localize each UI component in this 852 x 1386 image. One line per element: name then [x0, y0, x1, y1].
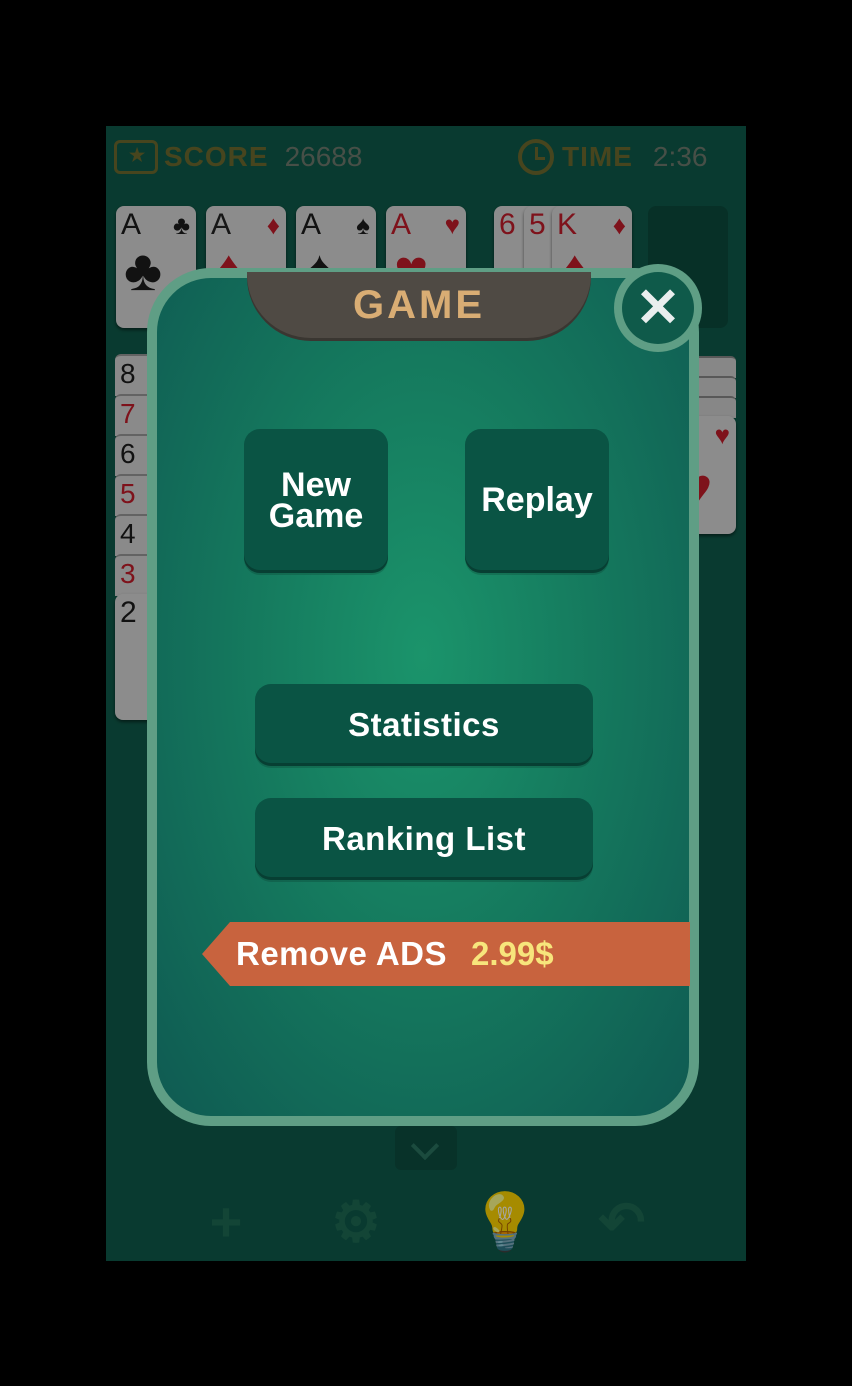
- remove-ads-label: Remove ADS: [236, 935, 448, 972]
- new-game-label-line2: Game: [268, 497, 364, 535]
- close-button-face: ✕: [622, 272, 694, 344]
- statistics-button[interactable]: Statistics: [255, 684, 593, 766]
- ranking-list-label: Ranking List: [321, 820, 527, 857]
- statistics-label: Statistics: [348, 706, 500, 743]
- new-game-button[interactable]: New Game: [244, 429, 388, 573]
- close-button[interactable]: ✕: [614, 264, 702, 352]
- ranking-list-button[interactable]: Ranking List: [255, 798, 593, 880]
- new-game-label: New Game: [268, 468, 364, 535]
- close-icon: ✕: [635, 278, 681, 338]
- remove-ads-price: 2.99$: [471, 935, 554, 972]
- dialog-title-tab: GAME: [247, 272, 591, 338]
- replay-label: Replay: [481, 481, 593, 520]
- remove-ads-button[interactable]: Remove ADS 2.99$: [202, 922, 690, 986]
- dialog-title: GAME: [353, 283, 485, 327]
- replay-button[interactable]: Replay: [465, 429, 609, 573]
